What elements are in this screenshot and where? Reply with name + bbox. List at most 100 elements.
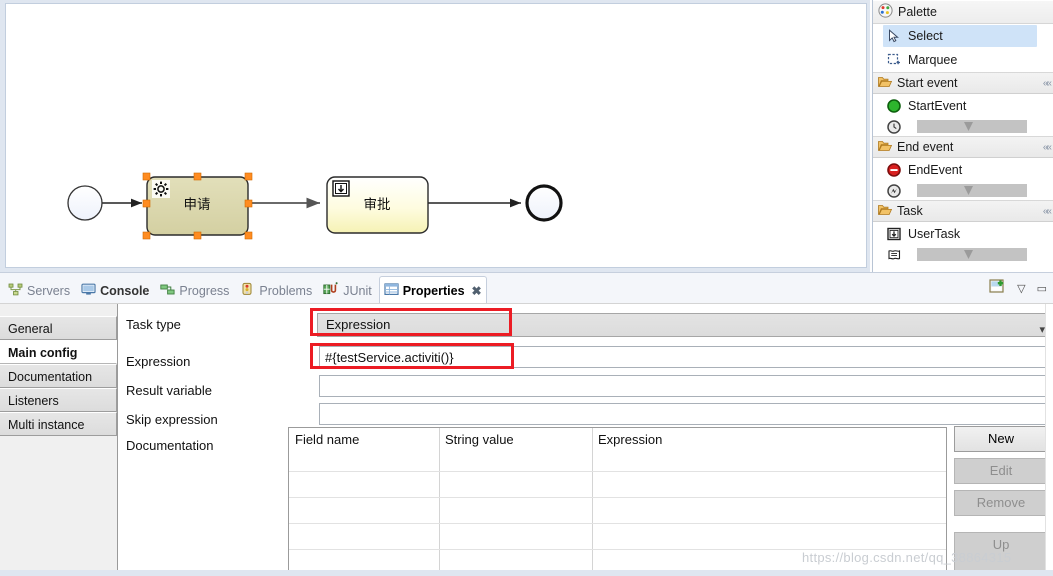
tab-label: Console [100,283,150,298]
watermark: https://blog.csdn.net/qq_38864315 [802,550,1012,565]
palette-item-label: StartEvent [908,99,967,113]
palette-item-endevent[interactable]: EndEvent [873,158,1053,182]
task-type-combo[interactable]: Expression ▾ [317,313,1053,337]
table-row[interactable] [289,497,946,498]
palette-title: Palette [898,5,937,19]
skip-expression-input[interactable] [319,403,1053,425]
palette-item-label: UserTask [908,227,961,241]
error-end-event-icon [886,183,902,199]
properties-form: Task type Expression ▾ Expression #{test… [118,304,1053,576]
palette-item-scripttask[interactable]: ScriptTask [873,246,1053,264]
palette-panel[interactable]: Palette Select Marquee Start event «« St… [872,0,1053,272]
column-header-expression: Expression [598,432,663,447]
properties-tab-label: General [8,322,53,336]
properties-view: General Main config Documentation Listen… [0,303,1053,576]
palette-drawer-label: Task [897,204,923,218]
properties-tab-label: Main config [8,346,78,360]
palette-tool-select[interactable]: Select [873,24,1053,48]
chevron-collapse-icon[interactable]: «« [1043,78,1052,89]
result-variable-label: Result variable [126,383,212,398]
marquee-icon [886,52,902,68]
palette-tool-label: Marquee [908,53,958,67]
column-header-string-value: String value [445,432,514,447]
properties-tab-documentation[interactable]: Documentation [0,364,117,388]
properties-tab-listeners[interactable]: Listeners [0,388,117,412]
fields-table-header: Field name String value Expression [289,428,946,454]
tab-label: Progress [179,283,230,298]
palette-item-startevent[interactable]: StartEvent [873,94,1053,118]
expression-label: Expression [126,354,191,369]
servers-icon [8,282,23,300]
user-task-label: 审批 [364,197,391,212]
expression-input[interactable]: #{testService.activiti()} [319,346,1053,368]
console-icon [81,282,96,300]
close-icon[interactable]: ✖ [472,284,482,298]
tab-progress[interactable]: Progress [156,277,236,304]
properties-tab-list: General Main config Documentation Listen… [0,304,118,576]
tab-problems[interactable]: Problems [236,277,319,304]
palette-item-timerstartevent[interactable]: TimerStartEvent [873,118,1053,136]
view-toolbar: ▽ ▭ [989,278,1047,298]
properties-tab-main-config[interactable]: Main config [0,340,117,364]
user-task-icon [332,180,350,197]
new-view-icon[interactable] [989,278,1006,298]
task-type-value: Expression [326,317,391,332]
bpmn-editor-area: 申请 审批 [0,0,870,272]
tab-label: Servers [27,283,71,298]
chevron-collapse-icon[interactable]: «« [1043,206,1052,217]
tab-junit[interactable]: JUnit [319,277,378,304]
script-task-icon [886,247,902,263]
timer-start-event-icon [886,119,902,135]
documentation-label: Documentation [126,438,214,453]
tab-console[interactable]: Console [77,277,156,304]
edit-button-label: Edit [989,463,1013,478]
cursor-icon [886,28,902,44]
properties-icon [384,282,399,300]
tab-servers[interactable]: Servers [4,277,77,304]
table-row[interactable] [289,523,946,524]
palette-drawer-end-event[interactable]: End event «« [873,136,1053,158]
table-row[interactable] [289,471,946,472]
tab-properties[interactable]: Properties ✖ [378,276,487,305]
task-type-label: Task type [126,317,181,332]
view-menu-icon[interactable]: ▽ [1017,282,1025,295]
skip-expression-label: Skip expression [126,412,218,427]
folder-icon [878,76,893,91]
bpmn-canvas[interactable]: 申请 审批 [5,3,867,268]
expression-value: #{testService.activiti()} [325,350,454,365]
remove-button[interactable]: Remove [954,490,1048,516]
palette-item-usertask[interactable]: UserTask [873,222,1053,246]
palette-icon [878,3,893,21]
service-task-label: 申请 [184,197,211,212]
properties-tab-label: Listeners [8,394,59,408]
palette-item-errorendevent[interactable]: ErrorEndEvent [873,182,1053,200]
progress-icon [160,282,175,300]
tab-label: Properties [402,283,465,298]
new-button[interactable]: New [954,426,1048,452]
palette-drawer-label: End event [897,140,954,154]
chevron-collapse-icon[interactable]: «« [1043,142,1052,153]
tab-label: Problems [259,283,313,298]
palette-tool-marquee[interactable]: Marquee [873,48,1053,72]
bpmn-diagram: 申请 审批 [67,172,563,240]
properties-tab-multi-instance[interactable]: Multi instance [0,412,117,436]
folder-icon [878,140,893,155]
palette-header: Palette [873,0,1053,24]
palette-drawer-label: Start event [897,76,958,90]
folder-icon [878,204,893,219]
window-bottom-edge [0,570,1053,576]
minimize-icon[interactable]: ▭ [1037,282,1047,295]
palette-drawer-start-event[interactable]: Start event «« [873,72,1053,94]
properties-tab-general[interactable]: General [0,316,117,340]
view-tab-strip: Servers Console Progress Problems JUnit … [0,272,1053,305]
palette-drawer-task[interactable]: Task «« [873,200,1053,222]
palette-item-label: EndEvent [908,163,963,177]
eclipse-window: 申请 审批 Palette Select Marquee Start event… [0,0,1053,576]
new-button-label: New [987,431,1014,446]
result-variable-input[interactable] [319,375,1053,397]
edit-button[interactable]: Edit [954,458,1048,484]
junit-icon [323,281,339,300]
properties-vertical-scrollbar[interactable] [1045,304,1053,576]
tab-label: JUnit [343,283,372,298]
properties-tab-label: Multi instance [8,418,85,432]
